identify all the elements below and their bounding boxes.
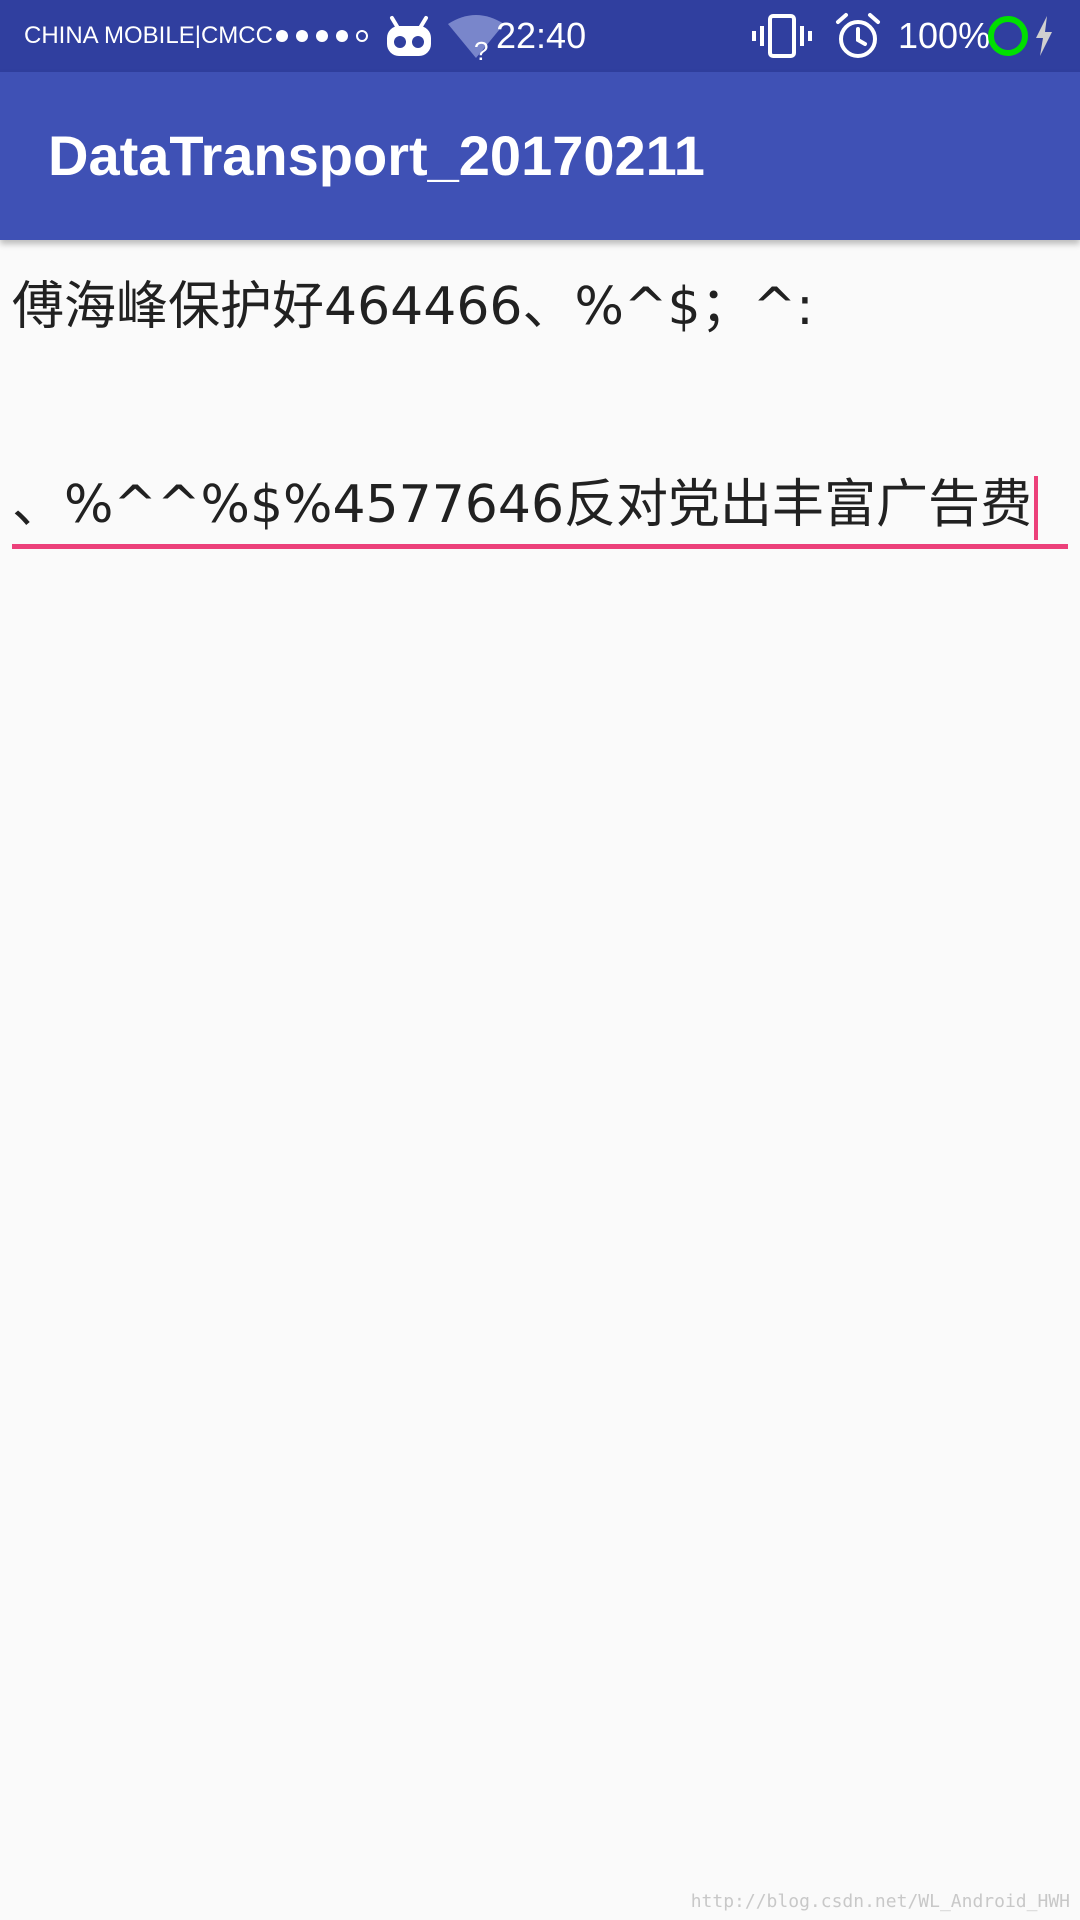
signal-dot [296, 30, 308, 42]
watermark: http://blog.csdn.net/WL_Android_HWH [690, 1891, 1070, 1912]
text-input-value[interactable]: 、%^^%$%4577646反对党出丰富广告费 [12, 474, 1039, 540]
vibrate-icon [752, 14, 812, 58]
battery-percent: 100% [898, 15, 991, 56]
alarm-icon [836, 13, 880, 58]
text-cursor [1034, 476, 1039, 540]
main-content: 傅海峰保护好464466、%^$；^: 、%^^%$%4577646反对党出丰富… [0, 240, 1080, 1920]
svg-text:?: ? [474, 36, 488, 62]
text-input-field[interactable]: 、%^^%$%4577646反对党出丰富广告费 [12, 464, 1068, 549]
signal-dot [336, 30, 348, 42]
app-bar: DataTransport_20170211 [0, 72, 1080, 240]
signal-strength-indicator [276, 0, 368, 72]
display-text-view: 傅海峰保护好464466、%^$；^: [12, 277, 814, 337]
status-bar: CHINA MOBILE|CMCC ? 22:40 100% [0, 0, 1080, 72]
battery-ring-icon [988, 16, 1028, 56]
signal-dot [316, 30, 328, 42]
charging-bolt-icon [1036, 16, 1052, 56]
status-clock: 22:40 [496, 15, 587, 56]
text-input-content: 、%^^%$%4577646反对党出丰富广告费 [12, 475, 1033, 535]
robot-icon [387, 16, 431, 56]
signal-dot [276, 30, 288, 42]
signal-dot-empty [356, 30, 368, 42]
app-title: DataTransport_20170211 [48, 124, 705, 187]
carrier-label: CHINA MOBILE|CMCC [24, 22, 273, 49]
